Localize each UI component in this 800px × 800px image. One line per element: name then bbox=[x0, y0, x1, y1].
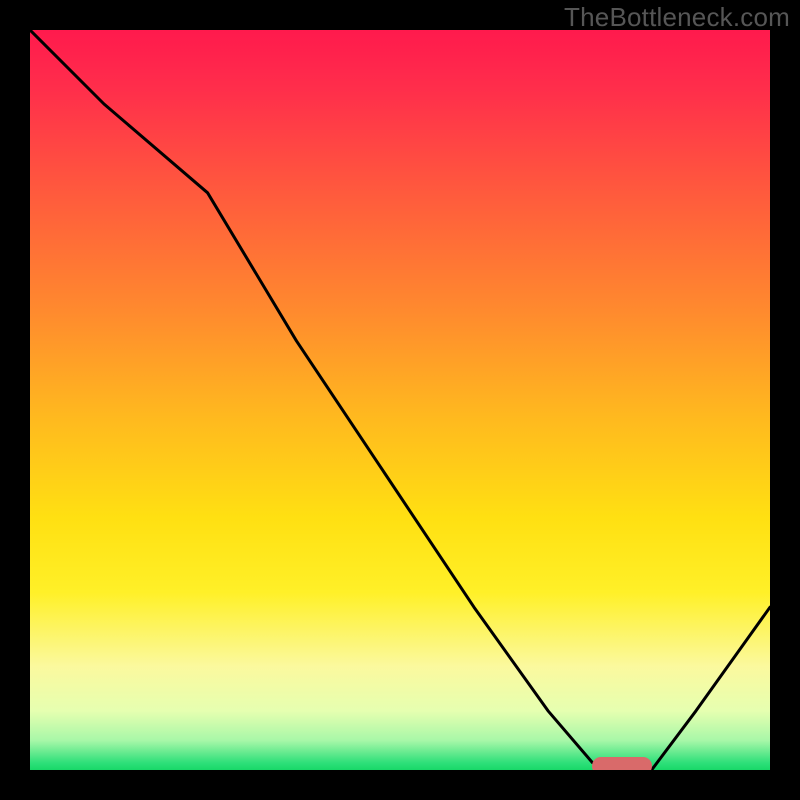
watermark-text: TheBottleneck.com bbox=[564, 2, 790, 33]
bottleneck-curve bbox=[30, 30, 770, 770]
plot-area bbox=[30, 30, 770, 770]
optimal-marker bbox=[592, 757, 651, 770]
curve-path bbox=[30, 30, 770, 770]
chart-frame: TheBottleneck.com bbox=[0, 0, 800, 800]
